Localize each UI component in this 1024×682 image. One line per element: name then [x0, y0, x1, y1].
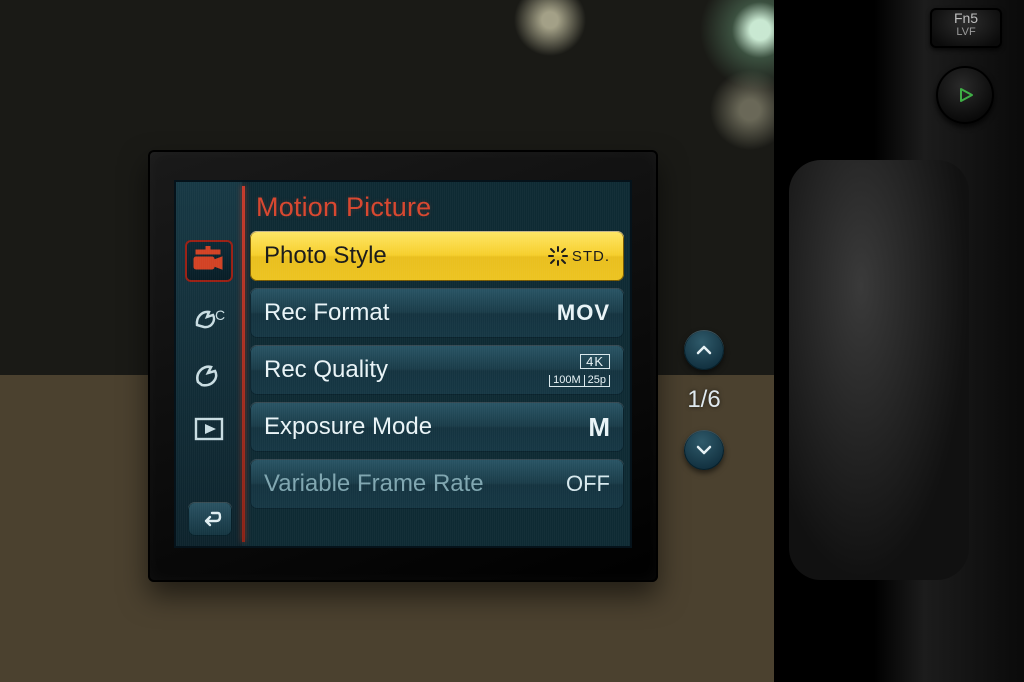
- chevron-down-icon: [696, 444, 712, 456]
- menu-item-label: Photo Style: [264, 242, 387, 270]
- fn5-label: Fn5: [954, 10, 978, 26]
- play-icon: [952, 85, 978, 105]
- menu-pane: Motion Picture Photo Style: [250, 186, 624, 540]
- menu-item-value: 4K 100M 25p: [549, 354, 610, 387]
- menu-tab-rail: C: [176, 182, 242, 546]
- page-indicator: 1/6: [687, 386, 720, 414]
- menu-item-label: Rec Quality: [264, 356, 388, 384]
- tab-custom[interactable]: C: [185, 296, 233, 338]
- fn5-button[interactable]: Fn5 LVF: [930, 8, 1002, 48]
- rail-divider: [242, 186, 245, 542]
- std-burst-icon: [548, 246, 568, 266]
- menu-item-exposure-mode[interactable]: Exposure Mode M: [250, 402, 624, 452]
- menu-item-label: Exposure Mode: [264, 413, 432, 441]
- menu-item-rec-quality[interactable]: Rec Quality 4K 100M 25p: [250, 345, 624, 395]
- menu-title: Motion Picture: [256, 192, 624, 223]
- menu-item-value: STD.: [548, 246, 610, 266]
- play-rect-icon: [192, 414, 226, 444]
- page-up-button[interactable]: [684, 330, 724, 370]
- menu-item-value: MOV: [557, 300, 610, 326]
- pager: 1/6: [684, 330, 724, 470]
- lcd-frame: C: [148, 150, 658, 582]
- tab-playback[interactable]: [185, 408, 233, 450]
- menu-item-photo-style[interactable]: Photo Style STD.: [250, 231, 624, 281]
- wrench-icon: [192, 358, 226, 388]
- camera-grip: [789, 160, 969, 580]
- svg-text:C: C: [215, 307, 225, 323]
- tab-setup[interactable]: [185, 352, 233, 394]
- back-button[interactable]: [188, 502, 232, 536]
- menu-item-rec-format[interactable]: Rec Format MOV: [250, 288, 624, 338]
- chevron-up-icon: [696, 344, 712, 356]
- menu-rows: Photo Style STD.: [250, 231, 624, 509]
- fn5-sublabel: LVF: [930, 26, 1002, 38]
- page-down-button[interactable]: [684, 430, 724, 470]
- menu-item-variable-frame-rate[interactable]: Variable Frame Rate OFF: [250, 459, 624, 509]
- value-text: STD.: [572, 248, 610, 265]
- menu-item-label: Variable Frame Rate: [264, 470, 484, 498]
- playback-button[interactable]: [936, 66, 994, 124]
- back-icon: [198, 510, 222, 528]
- video-camera-icon: [192, 246, 226, 276]
- lcd-screen: C: [174, 180, 632, 548]
- menu-item-label: Rec Format: [264, 299, 389, 327]
- wrench-c-icon: C: [192, 302, 226, 332]
- tab-motion-picture[interactable]: [185, 240, 233, 282]
- recq-bitrate: 100M: [549, 375, 585, 387]
- recq-top: 4K: [580, 354, 610, 369]
- menu-item-value: OFF: [566, 471, 610, 497]
- recq-fps: 25p: [585, 375, 610, 387]
- menu-item-value: M: [588, 412, 610, 443]
- scene: Fn5 LVF: [0, 0, 1024, 682]
